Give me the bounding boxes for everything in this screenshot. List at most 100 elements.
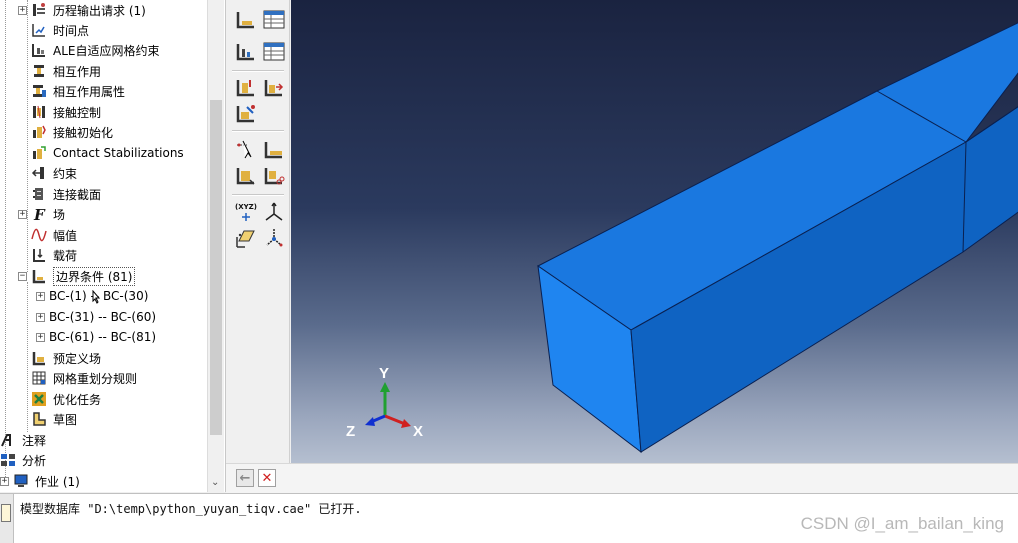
tree-item-optimization[interactable]: 优化任务	[31, 389, 101, 409]
tree-item-label: 网格重划分规则	[53, 371, 138, 386]
module-toolbox: (XYZ)	[226, 0, 290, 463]
create-constraint-button[interactable]	[234, 138, 258, 162]
interaction-icon	[31, 63, 47, 79]
tree-item-annotation[interactable]: 注释	[0, 430, 46, 450]
previous-step-button[interactable]: ←	[236, 469, 254, 487]
tree-item-contact-control[interactable]: 接触控制	[31, 102, 101, 122]
tree-item-contact-init[interactable]: 接触初始化	[31, 122, 113, 142]
tree-guide-line	[27, 0, 28, 272]
contact-control-button[interactable]	[234, 102, 258, 126]
tree-item-ale-constraint[interactable]: ALE自适应网格约束	[31, 40, 159, 60]
tree-item-contact-stabilization[interactable]: Contact Stabilizations	[31, 143, 184, 163]
tree-item-amplitude[interactable]: 幅值	[31, 225, 77, 245]
tree-item-boundary-conditions[interactable]: − 边界条件 (81)	[18, 266, 136, 286]
create-step-button[interactable]	[234, 8, 258, 32]
back-arrow-icon: ←	[239, 470, 251, 486]
tree-item-history-output[interactable]: + 历程输出请求 (1)	[18, 0, 146, 20]
x-axis-label: X	[413, 423, 423, 440]
tree-item-label: Contact Stabilizations	[53, 146, 184, 160]
tree-item-predefined-field[interactable]: 预定义场	[31, 348, 101, 368]
tree-item-label: 接触初始化	[53, 125, 114, 140]
coordinate-axes-icon	[265, 202, 283, 221]
graphics-viewport[interactable]: Y X Z	[291, 0, 1018, 463]
tree-item-label: 边界条件 (81)	[53, 266, 136, 286]
output-manager-button[interactable]	[262, 40, 286, 64]
tree-item-time-points[interactable]: 时间点	[31, 20, 89, 40]
tree-item-constraint[interactable]: 约束	[31, 163, 77, 183]
remeshing-rule-icon	[31, 370, 47, 386]
datum-csys-icon: (XYZ)	[235, 203, 257, 221]
ale-mesh-constraint-icon	[31, 42, 47, 58]
toolbox-separator	[232, 194, 284, 196]
create-connector-button[interactable]	[234, 164, 258, 188]
scroll-down-arrow-icon[interactable]: ⌄	[211, 477, 219, 488]
tree-item-label: ALE自适应网格约束	[53, 43, 160, 58]
tree-item-bc-group-3[interactable]: + BC-(61) -- BC-(81)	[36, 327, 156, 347]
create-interaction-button[interactable]	[234, 76, 258, 100]
tree-scrollbar[interactable]: ⌄	[207, 0, 224, 492]
watermark-text: CSDN @I_am_bailan_king	[800, 514, 1004, 533]
tree-item-interaction-property[interactable]: 相互作用属性	[31, 81, 125, 101]
tree-guide-line	[27, 282, 28, 432]
create-datum-csys-button[interactable]: (XYZ)	[234, 200, 258, 224]
cancel-procedure-button[interactable]: ✕	[258, 469, 276, 487]
toolbox-separator	[232, 70, 284, 72]
analysis-icon	[0, 452, 16, 468]
x-axis-arrow	[384, 414, 406, 426]
datum-point-icon	[266, 229, 283, 247]
tree-item-label: 相互作用	[53, 64, 102, 79]
connector-assignment-button[interactable]	[262, 164, 286, 188]
constraint-manager-icon	[264, 142, 282, 159]
tree-item-connector-section[interactable]: 连接截面	[31, 184, 101, 204]
tree-item-label: 时间点	[53, 23, 90, 38]
contact-control-icon	[31, 104, 47, 120]
tree-item-label: 载荷	[53, 248, 78, 263]
message-tab-icon	[1, 504, 11, 522]
interaction-manager-button[interactable]	[262, 76, 286, 100]
datum-point-button[interactable]	[262, 226, 286, 250]
tree-item-job[interactable]: + 作业 (1)	[0, 471, 80, 491]
contact-control-create-icon	[236, 105, 255, 123]
interaction-property-icon	[31, 83, 47, 99]
collapse-toggle[interactable]: −	[18, 271, 27, 281]
expand-toggle[interactable]: +	[36, 291, 45, 301]
tree-item-analysis[interactable]: 分析	[0, 450, 46, 470]
datum-plane-icon	[236, 230, 255, 248]
constraint-manager-button[interactable]	[262, 138, 286, 162]
tree-item-field[interactable]: + F 场	[18, 204, 65, 224]
history-output-icon	[31, 2, 47, 18]
message-area-tab[interactable]	[0, 494, 14, 543]
connector-create-icon	[236, 168, 255, 185]
tree-item-label: 作业 (1)	[35, 474, 80, 489]
tree-item-label: 连接截面	[53, 187, 102, 202]
sketch-icon	[31, 411, 47, 427]
tree-item-sketch[interactable]: 草图	[31, 409, 77, 429]
tree-item-label: 相互作用属性	[53, 84, 126, 99]
tree-item-remeshing-rule[interactable]: 网格重划分规则	[31, 368, 137, 388]
tree-item-bc-group-2[interactable]: + BC-(31) -- BC-(60)	[36, 307, 156, 327]
tree-item-interaction[interactable]: 相互作用	[31, 61, 101, 81]
time-points-icon	[31, 22, 47, 38]
expand-toggle[interactable]: +	[36, 312, 45, 322]
expand-toggle[interactable]: +	[18, 5, 27, 15]
annotation-icon	[0, 432, 16, 448]
connector-assign-icon	[264, 168, 285, 185]
tree-item-label: 分析	[22, 453, 47, 468]
step-manager-button[interactable]	[262, 8, 286, 32]
datum-plane-button[interactable]	[234, 226, 258, 250]
tree-item-label: 预定义场	[53, 351, 102, 366]
tree-item-label: 场	[53, 207, 66, 222]
create-output-button[interactable]	[234, 40, 258, 64]
cancel-icon: ✕	[261, 470, 273, 486]
datum-axis-button[interactable]	[262, 200, 286, 224]
tree-item-load[interactable]: 载荷	[31, 245, 77, 265]
scrollbar-thumb[interactable]	[210, 100, 222, 435]
model-tree-panel: + 历程输出请求 (1) 时间点 ALE自适应网格约束 相互作用 相互作用属性	[0, 0, 226, 492]
xyz-label: (XYZ)	[235, 203, 257, 211]
expand-toggle[interactable]: +	[36, 332, 45, 342]
svg-text:F: F	[33, 206, 46, 222]
manager-table-icon	[263, 42, 285, 61]
y-axis-label: Y	[379, 365, 389, 382]
expand-toggle[interactable]: +	[0, 476, 9, 486]
expand-toggle[interactable]: +	[18, 209, 27, 219]
